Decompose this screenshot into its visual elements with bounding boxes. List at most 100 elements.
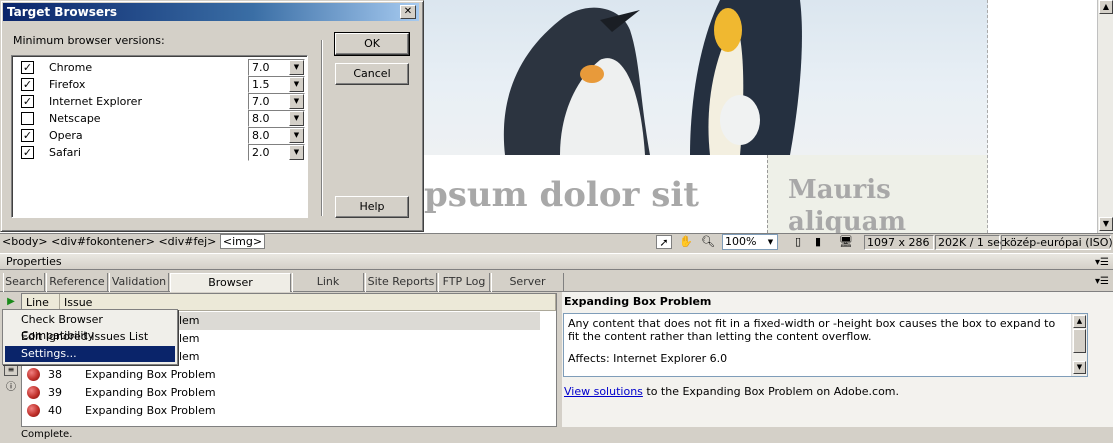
chevron-down-icon[interactable]: ▼ [289,77,304,92]
browser-row: ✓ Chrome 7.0 ▼ [12,58,307,76]
design-scrollbar[interactable]: ▲ ▼ [1097,0,1113,233]
help-button[interactable]: Help [335,196,409,218]
checkbox-firefox[interactable]: ✓ [21,78,34,91]
version-select-chrome[interactable]: 7.0 ▼ [248,59,305,76]
hand-tool-icon[interactable]: ✋ [678,235,694,249]
monitor-icon[interactable]: 🖥︎ [836,235,856,249]
table-row[interactable]: 39 Expanding Box Problem [22,384,556,402]
chevron-down-icon[interactable]: ▼ [289,111,304,126]
chevron-down-icon[interactable]: ▼ [289,94,304,109]
scroll-up-icon[interactable]: ▲ [1099,0,1113,14]
checkbox-netscape[interactable] [21,112,34,125]
context-menu: Check Browser Compatibility Edit Ignored… [2,309,178,365]
issue-affects-text: Affects: Internet Explorer 6.0 [568,352,728,365]
browser-row: ✓ Opera 8.0 ▼ [12,126,307,144]
pointer-tool-icon[interactable]: ➚ [656,235,672,249]
properties-panel-header[interactable]: Properties ▾☰ [0,253,1113,270]
content-heading: psum dolor sit [424,175,700,215]
table-row[interactable]: 40 Expanding Box Problem [22,402,556,420]
encoding: közép-európai (ISO) [1001,235,1113,250]
sidebar-heading-line1: Mauris [788,175,891,205]
browser-name: Firefox [49,78,86,91]
version-select-internet-explorer[interactable]: 7.0 ▼ [248,93,305,110]
solutions-line: View solutions to the Expanding Box Prob… [564,385,899,398]
version-select-netscape[interactable]: 8.0 ▼ [248,110,305,127]
tab-browser-compatibility[interactable]: Browser Compatibility [170,273,291,307]
panel-options-icon[interactable]: ▾☰ [1095,276,1109,287]
scroll-thumb[interactable] [1073,329,1086,353]
properties-title: Properties [6,255,62,268]
tag-div-fej[interactable]: <div#fej> [158,235,216,248]
browser-row: ✓ Internet Explorer 7.0 ▼ [12,92,307,110]
browser-name: Opera [49,129,83,142]
version-select-firefox[interactable]: 1.5 ▼ [248,76,305,93]
layout-guide [987,0,988,233]
tab-ftp-log[interactable]: FTP Log [438,273,490,292]
browser-row: Netscape 8.0 ▼ [12,109,307,127]
browser-list: ✓ Chrome 7.0 ▼ ✓ Firefox 1.5 ▼ ✓ Internet … [11,55,308,218]
dialog-separator [321,40,323,216]
tab-server-debug[interactable]: Server Debug [491,273,564,306]
dialog-title-bar[interactable]: Target Browsers [3,3,419,21]
tab-reference[interactable]: Reference [46,273,108,292]
menu-item-edit-ignored[interactable]: Edit Ignored Issues List [5,329,175,345]
zoom-tool-icon[interactable]: 🔍︎ [700,235,716,249]
ok-button[interactable]: OK [334,32,410,56]
results-tabbar: Search Reference Validation Browser Comp… [0,273,1113,307]
checkbox-opera[interactable]: ✓ [21,129,34,142]
chevron-down-icon[interactable]: ▼ [289,128,304,143]
close-icon[interactable]: ✕ [400,5,416,19]
issue-description-text: Any content that does not fit in a fixed… [568,317,1056,343]
scroll-down-icon[interactable]: ▼ [1099,217,1113,231]
menu-item-settings[interactable]: Settings... [5,346,175,362]
browser-name: Netscape [49,112,101,125]
chevron-down-icon[interactable]: ▼ [289,145,304,160]
info-icon[interactable]: ⓘ [4,381,18,395]
browser-row: ✓ Safari 2.0 ▼ [12,143,307,161]
browser-name: Safari [49,146,81,159]
chevron-down-icon[interactable]: ▼ [289,60,304,75]
tab-site-reports[interactable]: Site Reports [365,273,437,292]
sidebar-heading-line2: aliquam [788,207,907,233]
checkbox-internet-explorer[interactable]: ✓ [21,95,34,108]
issue-description[interactable]: Any content that does not fit in a fixed… [563,313,1088,377]
view-solutions-link[interactable]: View solutions [564,385,643,398]
tag-selector: <body> <div#fokontener> <div#fej> <img> [2,234,266,249]
tag-img[interactable]: <img> [219,234,266,249]
version-select-safari[interactable]: 2.0 ▼ [248,144,305,161]
issue-title: Expanding Box Problem [564,295,712,308]
menu-item-check-compatibility[interactable]: Check Browser Compatibility [5,312,175,342]
min-versions-label: Minimum browser versions: [13,34,165,47]
window-size-medium-icon[interactable]: ▮ [810,235,826,249]
cancel-button[interactable]: Cancel [335,63,409,85]
status-text: Complete. [21,429,73,440]
version-select-opera[interactable]: 8.0 ▼ [248,127,305,144]
tab-validation[interactable]: Validation [109,273,169,292]
checkbox-chrome[interactable]: ✓ [21,61,34,74]
scroll-down-icon[interactable]: ▼ [1073,361,1086,374]
chevron-down-icon[interactable]: ▼ [764,235,777,249]
tag-div-fokontener[interactable]: <div#fokontener> [51,235,155,248]
checkbox-safari[interactable]: ✓ [21,146,34,159]
results-status-bar: Complete. [0,427,1113,443]
description-scrollbar[interactable]: ▲ ▼ [1071,314,1087,376]
sidebar-column: Mauris aliquam [767,155,988,233]
error-icon [27,386,40,399]
tag-body[interactable]: <body> [2,235,48,248]
tab-search[interactable]: Search [3,273,45,292]
browser-name: Internet Explorer [49,95,142,108]
browser-name: Chrome [49,61,93,74]
dialog-title: Target Browsers [7,5,118,19]
window-size-icon[interactable]: ▯ [790,235,806,249]
scroll-up-icon[interactable]: ▲ [1073,315,1086,328]
panel-options-icon[interactable]: ▾☰ [1095,255,1109,270]
tab-link-checker[interactable]: Link Checker [292,273,364,306]
error-icon [27,404,40,417]
solutions-suffix: to the Expanding Box Problem on Adobe.co… [642,385,900,398]
play-icon[interactable]: ▶ [4,295,18,309]
zoom-select[interactable]: 100% ▼ [722,234,778,250]
window-dimensions[interactable]: 1097 x 286 [864,235,934,250]
error-icon [27,368,40,381]
table-row[interactable]: 38 Expanding Box Problem [22,366,556,384]
browser-row: ✓ Firefox 1.5 ▼ [12,75,307,93]
